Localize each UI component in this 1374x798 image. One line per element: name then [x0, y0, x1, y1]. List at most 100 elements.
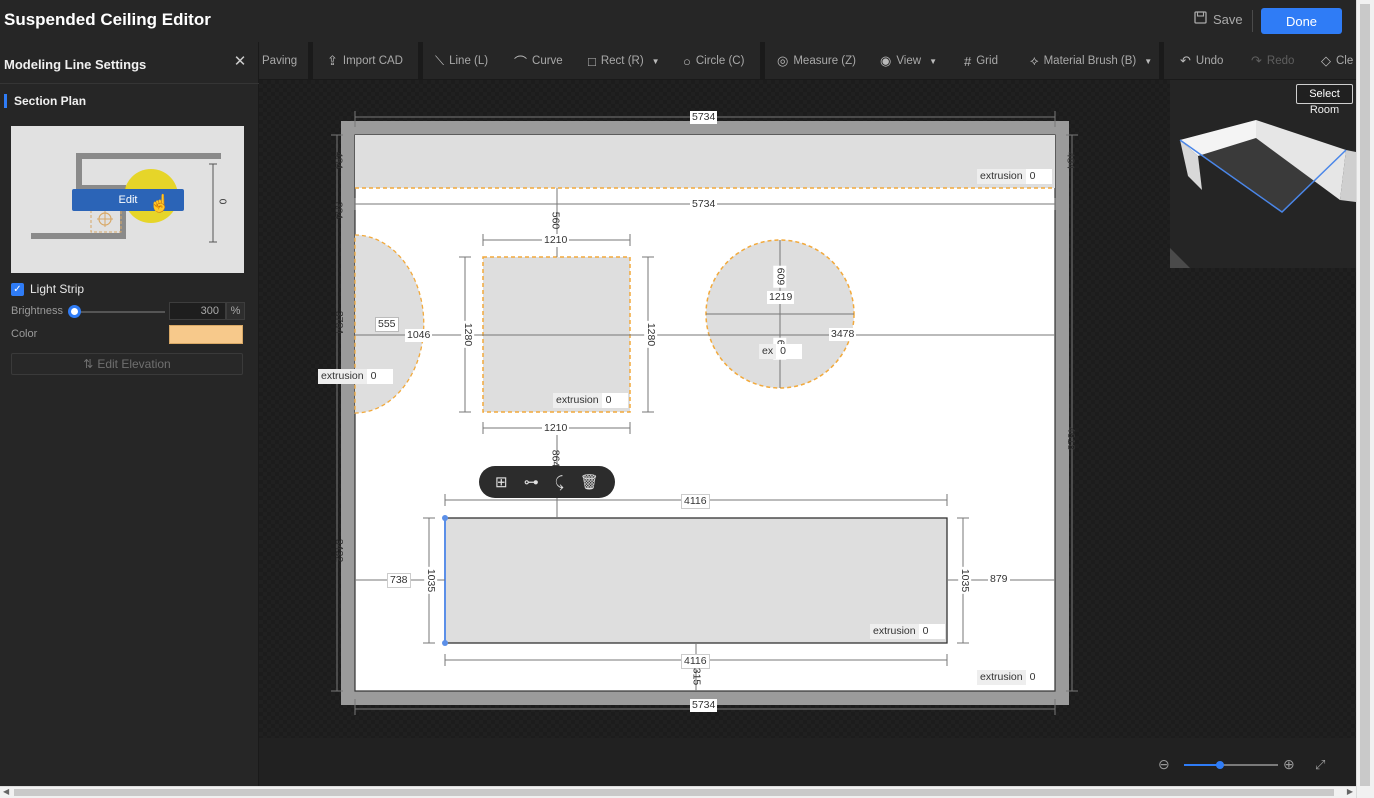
dim-top-band-left: 484: [332, 151, 345, 170]
brightness-slider-thumb[interactable]: [68, 305, 81, 318]
toolbar-undo-label: Undo: [1195, 55, 1224, 67]
dim-bottom-rect-height-left: 1035: [424, 566, 438, 595]
extrusion-field-circle[interactable]: ex 0: [759, 343, 803, 360]
done-button[interactable]: Done: [1261, 8, 1342, 34]
zoom-in-icon[interactable]: ⊕: [1283, 756, 1295, 773]
dim-circle-radius-top: 609: [773, 265, 787, 288]
extrusion-label: ex: [759, 344, 777, 359]
toolbar-undo[interactable]: ↶ Undo: [1180, 42, 1223, 80]
panel-header: Modeling Line Settings ✕: [0, 42, 259, 84]
close-icon[interactable]: ✕: [232, 54, 248, 70]
toolbar-grid[interactable]: # Grid: [964, 42, 998, 80]
scroll-right-icon[interactable]: ▶: [1347, 787, 1353, 796]
toolbar-material-brush[interactable]: ⟡ Material Brush (B) ▼: [1030, 42, 1152, 80]
save-icon: [1194, 11, 1207, 27]
extrusion-value[interactable]: 0: [1025, 670, 1052, 685]
section-plan-preview[interactable]: 0 Edit ☝: [11, 126, 244, 273]
toolbar-clear[interactable]: ◇ Cle: [1321, 42, 1353, 80]
mini-3d-view[interactable]: Select Room: [1170, 80, 1356, 268]
toolbar-import-cad[interactable]: ⇪ Import CAD: [327, 42, 403, 80]
color-swatch[interactable]: [169, 325, 243, 344]
extrusion-label: extrusion: [977, 670, 1026, 685]
zoom-slider-fill: [1184, 764, 1220, 766]
toolbar-paving[interactable]: Paving: [262, 42, 297, 80]
zoom-out-icon[interactable]: ⊖: [1158, 756, 1170, 773]
app-title: Suspended Ceiling Editor: [4, 10, 211, 29]
select-room-button[interactable]: Select: [1296, 84, 1353, 104]
vertical-scroll-thumb[interactable]: [1360, 4, 1370, 786]
dim-bottom-rect-offset-left: 738: [387, 573, 411, 588]
dim-bottom-rect-offset-right: 879: [988, 573, 1010, 586]
extrusion-value[interactable]: 0: [366, 369, 393, 384]
edit-elevation-button[interactable]: ⇅ Edit Elevation: [11, 353, 243, 375]
extrusion-field-room[interactable]: extrusion 0: [977, 669, 1052, 686]
dim-top-band-right: 484: [1064, 151, 1077, 170]
zoom-slider-thumb[interactable]: [1216, 761, 1224, 769]
elevation-icon: ⇅: [83, 357, 94, 371]
extrusion-field-bottom-rect[interactable]: extrusion 0: [870, 623, 945, 640]
design-canvas[interactable]: 5734 5734 5734 484 484 384 4618 3784 343…: [259, 80, 1356, 738]
toolbar-view[interactable]: ◉ View ▼: [880, 42, 937, 80]
toolbar-curve[interactable]: ⌒ Curve: [514, 42, 563, 80]
split-line-icon[interactable]: ⊶: [524, 473, 539, 491]
light-strip-option[interactable]: ✓ Light Strip: [11, 282, 84, 296]
add-shape-icon[interactable]: ⊞: [495, 473, 508, 491]
dim-rect-height-left: 1280: [461, 320, 475, 349]
line-icon: ⟍: [435, 53, 445, 68]
extrusion-label: extrusion: [977, 169, 1026, 184]
extrusion-value[interactable]: 0: [776, 344, 803, 359]
title-bar: Suspended Ceiling Editor Save Done: [0, 0, 1356, 42]
toolbar-separator: [308, 42, 313, 80]
brightness-slider-track[interactable]: [74, 311, 165, 313]
section-plan-heading: Section Plan: [4, 94, 86, 108]
hand-cursor-icon: ☝: [149, 194, 171, 213]
rect-icon: □: [588, 53, 596, 69]
save-button[interactable]: Save: [1194, 11, 1243, 27]
toolbar-line[interactable]: ⟍ Line (L): [435, 42, 488, 80]
scroll-left-icon[interactable]: ◀: [3, 787, 9, 796]
dim-rect-gap-below: 864: [549, 449, 562, 468]
horizontal-scrollbar[interactable]: ◀ ▶: [0, 786, 1356, 798]
eraser-icon: ◇: [1321, 53, 1331, 68]
toolbar-redo-label: Redo: [1266, 55, 1295, 67]
vertical-scrollbar[interactable]: [1356, 0, 1374, 798]
chevron-down-icon[interactable]: ▼: [652, 57, 660, 66]
toolbar-measure[interactable]: ◎ Measure (Z): [777, 42, 856, 80]
modeling-line-settings-panel: Modeling Line Settings ✕ Section Plan 0 …: [0, 42, 259, 786]
brightness-input[interactable]: 300: [169, 302, 226, 320]
room-label: Room: [1309, 104, 1340, 116]
extrusion-value[interactable]: 0: [918, 624, 945, 639]
fit-view-icon[interactable]: ⤢: [1315, 757, 1325, 773]
extrusion-value[interactable]: 0: [601, 393, 628, 408]
circle-icon: ○: [683, 53, 691, 69]
extrusion-field-square[interactable]: extrusion 0: [553, 392, 628, 409]
save-label: Save: [1213, 11, 1243, 27]
extrusion-field-left-arc[interactable]: extrusion 0: [318, 368, 393, 385]
dim-circle-offset-right: 3478: [829, 328, 857, 341]
toolbar-circle[interactable]: ○ Circle (C): [683, 42, 744, 80]
light-strip-checkbox[interactable]: ✓: [11, 282, 24, 296]
app-window: Suspended Ceiling Editor Save Done Model…: [0, 0, 1374, 798]
horizontal-scroll-thumb[interactable]: [14, 789, 1334, 796]
curve-edit-icon[interactable]: ⤹: [555, 474, 564, 491]
header-divider: [1252, 10, 1253, 32]
toolbar-view-label: View: [896, 55, 922, 67]
chevron-down-icon[interactable]: ▼: [1144, 57, 1152, 66]
dim-rect-width-top: 1210: [542, 234, 570, 247]
extrusion-value[interactable]: 0: [1025, 169, 1052, 184]
chevron-down-icon[interactable]: ▼: [929, 57, 937, 66]
extrusion-field-top-band[interactable]: extrusion 0: [977, 168, 1052, 185]
color-label: Color: [11, 328, 38, 340]
dim-right-side: 4618: [1065, 426, 1078, 451]
toolbar-redo[interactable]: ↷ Redo: [1251, 42, 1294, 80]
trash-icon[interactable]: 🗑: [580, 473, 599, 491]
toolbar-measure-label: Measure (Z): [793, 55, 856, 67]
brightness-label: Brightness: [11, 305, 63, 317]
extrusion-label: extrusion: [318, 369, 367, 384]
toolbar-separator: [1159, 42, 1164, 80]
toolbar-circle-label: Circle (C): [695, 55, 745, 67]
extrusion-label: extrusion: [870, 624, 919, 639]
top-ceiling-band: [355, 135, 1055, 188]
dim-room-width-bottom: 5734: [690, 699, 718, 712]
toolbar-rect[interactable]: □ Rect (R) ▼: [588, 42, 660, 80]
